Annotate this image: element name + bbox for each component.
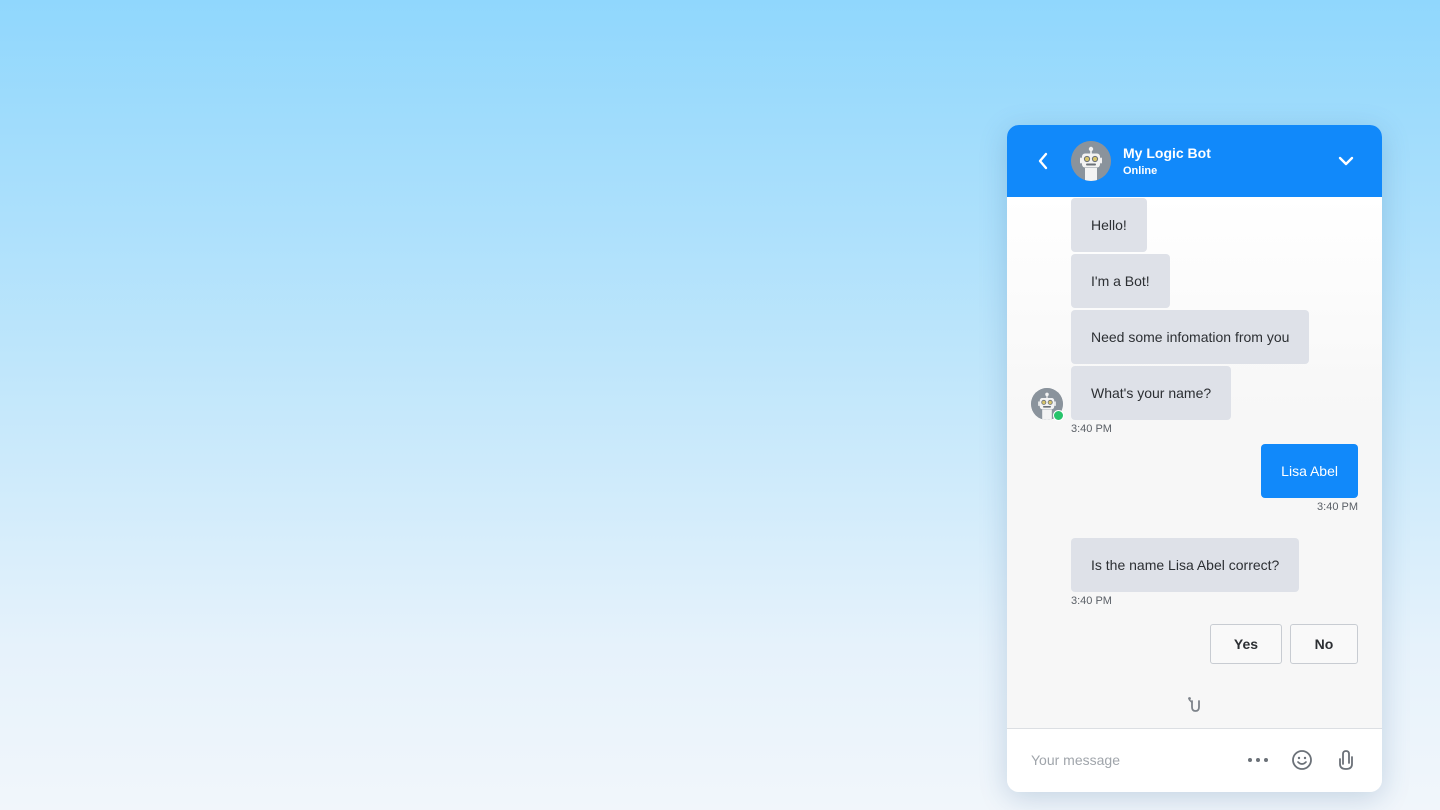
user-message: Lisa Abel (1261, 444, 1358, 498)
message-list[interactable]: Hello! I'm a Bot! Need some infomation f… (1007, 197, 1382, 728)
bot-message: What's your name? (1071, 366, 1232, 420)
quick-reply-no[interactable]: No (1290, 624, 1358, 664)
chat-widget: My Logic Bot Online Hello! I'm a Bot! Ne… (1007, 125, 1382, 792)
back-button[interactable] (1031, 149, 1055, 173)
emoji-icon (1292, 750, 1312, 770)
online-indicator (1053, 410, 1064, 421)
minimize-button[interactable] (1334, 149, 1358, 173)
bot-status: Online (1123, 165, 1158, 177)
microphone-icon (1339, 750, 1353, 770)
chevron-down-icon (1338, 156, 1354, 166)
quick-reply-yes[interactable]: Yes (1210, 624, 1282, 664)
chevron-left-icon (1038, 152, 1048, 170)
attachment-button[interactable] (1333, 747, 1359, 773)
brand-logo-icon (1188, 697, 1200, 712)
message-timestamp: 3:40 PM (1317, 501, 1358, 513)
bot-message: I'm a Bot! (1071, 254, 1170, 308)
bot-message: Hello! (1071, 198, 1147, 252)
emoji-button[interactable] (1289, 747, 1315, 773)
bot-avatar (1071, 141, 1111, 181)
message-composer (1007, 728, 1382, 792)
chat-header: My Logic Bot Online (1007, 125, 1382, 197)
message-timestamp: 3:40 PM (1071, 423, 1112, 435)
message-timestamp: 3:40 PM (1071, 595, 1112, 607)
more-options-button[interactable] (1245, 747, 1271, 773)
message-input[interactable] (1031, 745, 1231, 775)
bot-avatar-icon (1071, 141, 1111, 181)
more-dots-icon (1248, 758, 1268, 762)
bot-message: Need some infomation from you (1071, 310, 1310, 364)
bot-message-avatar (1031, 388, 1064, 421)
bot-message: Is the name Lisa Abel correct? (1071, 538, 1300, 592)
bot-name: My Logic Bot (1123, 145, 1211, 161)
